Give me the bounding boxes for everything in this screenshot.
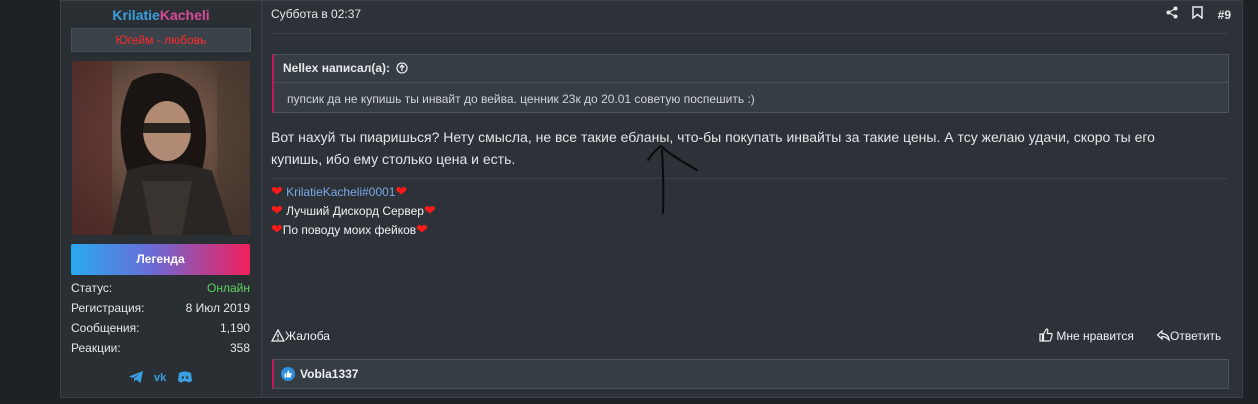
forum-post: KrilatieKacheli Югейм - любовь Легенда С… <box>60 0 1243 398</box>
stat-value: 8 Июл 2019 <box>185 301 250 315</box>
like-reaction-icon <box>281 367 295 386</box>
post-date[interactable]: Суббота в 02:37 <box>271 7 361 21</box>
report-button[interactable]: Жалоба <box>270 328 330 346</box>
vk-icon[interactable]: vk <box>154 369 170 385</box>
report-label[interactable]: Жалоба <box>285 329 330 343</box>
header-divider <box>271 33 1228 34</box>
quote-text: пупсик да не купишь ты инвайт до вейва. … <box>287 92 755 106</box>
user-banner: Легенда <box>71 244 250 275</box>
heart-icon: ❤ <box>423 202 436 218</box>
reply-label[interactable]: Ответить <box>1170 329 1221 343</box>
username-link[interactable]: KrilatieKacheli <box>61 7 261 23</box>
stat-label: Статус: <box>71 281 113 295</box>
username-part1[interactable]: Krilatie <box>112 7 159 23</box>
heart-icon: ❤ <box>416 221 428 237</box>
warning-icon <box>270 328 286 346</box>
thumbs-up-icon <box>1039 328 1053 346</box>
stat-label: Сообщения: <box>71 321 140 335</box>
stat-status: Статус: Онлайн <box>71 281 250 297</box>
quote-author[interactable]: Nellex написал(а): <box>283 61 409 77</box>
arrow-up-circle-icon[interactable] <box>396 62 409 77</box>
signature-link[interactable]: По поводу моих фейков <box>283 223 416 237</box>
stat-value[interactable]: 1,190 <box>220 321 250 335</box>
bookmark-icon[interactable] <box>1192 6 1203 24</box>
message-line: купишь, ибо ему столько цена и есть. <box>271 151 516 167</box>
user-title: Югейм - любовь <box>71 28 251 52</box>
share-icon[interactable] <box>1166 6 1178 24</box>
username-part2[interactable]: Kacheli <box>160 7 210 23</box>
like-button[interactable]: Мне нравится <box>1039 328 1134 344</box>
like-label[interactable]: Мне нравится <box>1056 329 1134 343</box>
signature-line: ❤По поводу моих фейков❤ <box>271 220 436 239</box>
signature-link[interactable]: Лучший Дискорд Сервер <box>286 204 424 218</box>
svg-text:vk: vk <box>154 372 167 384</box>
avatar[interactable] <box>72 61 250 235</box>
user-sidebar: KrilatieKacheli Югейм - любовь Легенда С… <box>61 1 262 397</box>
post-number[interactable]: #9 <box>1218 8 1231 22</box>
heart-icon: ❤ <box>271 202 283 218</box>
quote-author-text[interactable]: Nellex написал(а): <box>283 61 390 75</box>
post-main: Суббота в 02:37 #9 Nellex написал(а): пу… <box>270 1 1241 397</box>
reply-icon <box>1156 329 1170 346</box>
post-message: Вот нахуй ты пиаришься? Нету смысла, не … <box>271 126 1231 170</box>
signature-text: KrilatieKacheli#0001 <box>286 185 396 199</box>
message-line: Вот нахуй ты пиаришься? Нету смысла, не … <box>271 129 1155 145</box>
stat-value: 358 <box>229 341 250 355</box>
signature: ❤ KrilatieKacheli#0001❤ ❤ Лучший Дискорд… <box>271 182 436 239</box>
quote-block: Nellex написал(а): пупсик да не купишь т… <box>272 54 1229 113</box>
stat-registration: Регистрация: 8 Июл 2019 <box>71 301 250 317</box>
reply-button[interactable]: Ответить <box>1156 328 1221 344</box>
avatar-image <box>72 61 250 235</box>
stat-label: Регистрация: <box>71 301 145 315</box>
reactions-bar[interactable]: Vobla1337 <box>272 359 1229 389</box>
quote-divider <box>274 82 1228 83</box>
reaction-user[interactable]: Vobla1337 <box>300 367 358 381</box>
stat-reactions: Реакции: 358 <box>71 341 250 357</box>
signature-divider <box>271 178 1228 179</box>
heart-icon: ❤ <box>395 183 408 199</box>
post-top-actions: #9 <box>1156 6 1231 22</box>
telegram-icon[interactable] <box>128 369 144 385</box>
stat-messages: Сообщения: 1,190 <box>71 321 250 337</box>
discord-icon[interactable] <box>177 369 193 385</box>
stat-value: Онлайн <box>207 281 250 295</box>
stat-label: Реакции: <box>71 341 121 355</box>
signature-line: ❤ KrilatieKacheli#0001❤ <box>271 182 436 201</box>
heart-icon: ❤ <box>271 221 283 237</box>
heart-icon: ❤ <box>271 183 283 199</box>
signature-line: ❤ Лучший Дискорд Сервер❤ <box>271 201 436 220</box>
